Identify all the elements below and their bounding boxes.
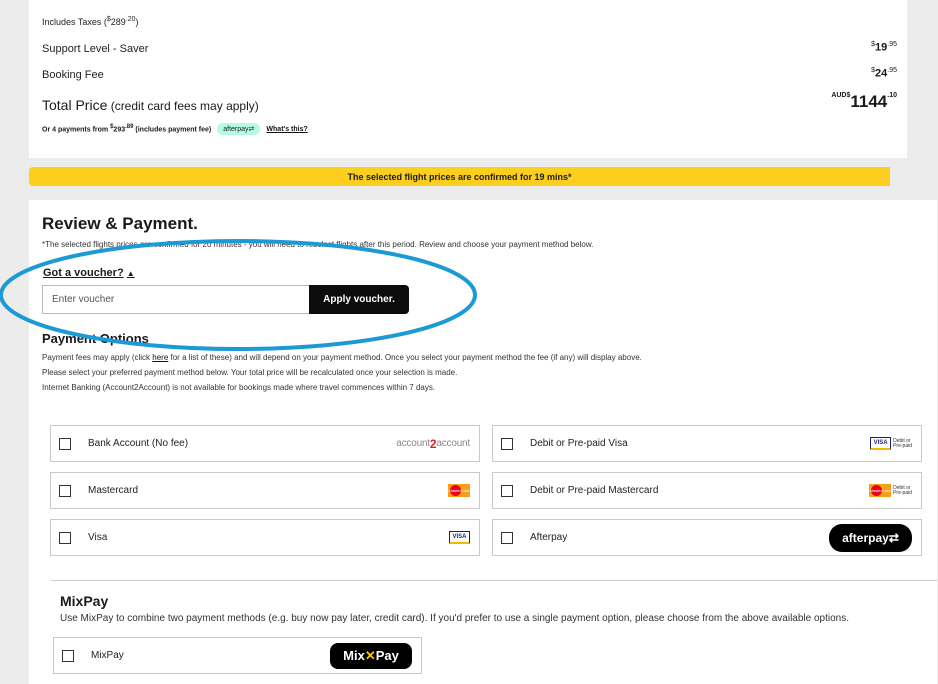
- checkbox[interactable]: [62, 649, 74, 662]
- mastercard-debit-logo: MasterCard Debit or Pre-paid: [869, 484, 912, 497]
- payment-option-mixpay[interactable]: MixPay Mix ✕ Pay: [53, 637, 422, 674]
- total-amount: 1144: [850, 92, 888, 111]
- payment-option-mastercard[interactable]: Mastercard MasterCard: [50, 472, 480, 509]
- checkbox[interactable]: [59, 437, 71, 450]
- installment-prefix: Or 4 payments from: [42, 126, 111, 134]
- total-currency: AUD$: [831, 92, 851, 99]
- fees-here-link[interactable]: here: [152, 353, 168, 362]
- total-label-sub: (credit card fees may apply): [107, 99, 259, 113]
- mixpay-description: Use MixPay to combine two payment method…: [60, 613, 850, 624]
- checkbox[interactable]: [59, 531, 71, 544]
- visa-logo: VISA: [449, 531, 470, 544]
- mastercard-text: MasterCard: [869, 488, 891, 493]
- payment-option-label: Afterpay: [530, 532, 568, 543]
- whats-this-link[interactable]: What's this?: [266, 126, 307, 133]
- mastercard-icon: MasterCard: [869, 484, 892, 497]
- checkbox[interactable]: [501, 437, 513, 450]
- payment-option-label: Bank Account (No fee): [88, 438, 189, 449]
- taxes-close: ): [135, 17, 139, 27]
- review-note: *The selected flights prices are confirm…: [42, 240, 594, 249]
- visa-debit-logo: VISA Debit or Pre-paid: [870, 437, 912, 450]
- debit-line-2: Pre-paid: [893, 442, 912, 449]
- account2account-logo: account 2 account: [396, 437, 470, 451]
- section-divider: [51, 580, 937, 581]
- installment-text: Or 4 payments from $293.89 (includes pay…: [42, 124, 211, 133]
- payment-option-bank-account[interactable]: Bank Account (No fee) account 2 account: [50, 425, 480, 462]
- payment-desc-fees-pre: Payment fees may apply (click: [42, 353, 153, 362]
- afterpay-logo-small: afterpay⇄: [217, 123, 261, 135]
- taxes-line: Includes Taxes ($289.20): [42, 16, 139, 27]
- payment-options-title: Payment Options: [42, 331, 149, 346]
- payment-option-label: Mastercard: [88, 485, 139, 496]
- mastercard-icon: MasterCard: [448, 484, 470, 497]
- payment-option-visa[interactable]: Visa VISA: [50, 519, 480, 556]
- payment-option-debit-mastercard[interactable]: Debit or Pre-paid Mastercard MasterCard …: [492, 472, 922, 509]
- afterpay-logo: afterpay⇄: [829, 523, 912, 552]
- payment-desc-fees-post: for a list of these) and will depend on …: [168, 353, 642, 362]
- installment-suffix: (includes payment fee): [133, 126, 212, 134]
- total-price-label: Total Price (credit card fees may apply): [42, 97, 259, 113]
- caret-up-icon: ▲: [126, 268, 135, 278]
- price-confirmed-banner: The selected flight prices are confirmed…: [29, 167, 890, 186]
- total-cents: .10: [887, 92, 897, 99]
- mastercard-logo: MasterCard: [448, 484, 470, 497]
- total-label-main: Total Price: [42, 97, 108, 113]
- acc-logo-post: account: [436, 438, 470, 449]
- payment-option-label: Debit or Pre-paid Mastercard: [530, 485, 659, 496]
- booking-amount: 24: [875, 67, 888, 80]
- checkbox[interactable]: [59, 484, 71, 497]
- visa-icon: VISA: [449, 531, 470, 544]
- debit-text: Debit or Pre-paid: [893, 485, 912, 496]
- booking-fee-label: Booking Fee: [42, 69, 104, 81]
- support-amount: 19: [875, 41, 888, 54]
- review-title: Review & Payment.: [42, 214, 198, 233]
- payment-option-label: Debit or Pre-paid Visa: [530, 438, 628, 449]
- support-level-label: Support Level - Saver: [42, 43, 149, 55]
- checkbox[interactable]: [501, 531, 513, 544]
- voucher-input[interactable]: [42, 285, 309, 314]
- voucher-toggle[interactable]: Got a voucher? ▲: [43, 267, 135, 279]
- payment-desc-select: Please select your preferred payment met…: [42, 368, 458, 377]
- taxes-label: Includes Taxes (: [42, 17, 107, 27]
- visa-icon: VISA: [870, 437, 892, 450]
- checkbox[interactable]: [501, 484, 513, 497]
- acc-logo-pre: account: [396, 438, 430, 449]
- installment-line: Or 4 payments from $293.89 (includes pay…: [42, 123, 308, 135]
- apply-voucher-button[interactable]: Apply voucher.: [309, 285, 409, 314]
- voucher-toggle-label: Got a voucher?: [43, 267, 124, 279]
- payment-option-label: Visa: [88, 532, 108, 543]
- mixpay-icon: Mix ✕ Pay: [330, 642, 412, 669]
- afterpay-icon: afterpay⇄: [829, 523, 912, 552]
- mixpay-title: MixPay: [60, 593, 109, 609]
- review-payment-card: Review & Payment. *The selected flights …: [29, 200, 937, 684]
- price-summary-card: Includes Taxes ($289.20) Support Level -…: [29, 0, 907, 158]
- booking-cents: .95: [887, 67, 897, 74]
- mixpay-badge-pre: Mix: [343, 648, 365, 663]
- mixpay-badge-post: Pay: [375, 648, 399, 663]
- support-level-price: $19.95: [871, 41, 897, 54]
- mastercard-text: MasterCard: [448, 488, 470, 493]
- support-cents: .95: [887, 41, 897, 48]
- total-price-amount: AUD$1144.10: [831, 92, 897, 112]
- debit-text: Debit or Pre-paid: [893, 438, 912, 449]
- payment-option-debit-visa[interactable]: Debit or Pre-paid Visa VISA Debit or Pre-…: [492, 425, 922, 462]
- payment-option-label: MixPay: [91, 650, 124, 661]
- taxes-cents: .20: [125, 16, 136, 23]
- taxes-amount: 289: [110, 17, 126, 27]
- mixpay-badge-x: ✕: [364, 647, 376, 663]
- payment-option-afterpay[interactable]: Afterpay afterpay⇄: [492, 519, 922, 556]
- booking-fee-price: $24.95: [871, 67, 897, 80]
- payment-desc-fees: Payment fees may apply (click here for a…: [42, 353, 642, 362]
- payment-desc-a2a: Internet Banking (Account2Account) is no…: [42, 383, 436, 392]
- installment-amount: 293: [113, 126, 126, 134]
- debit-line-2: Pre-paid: [893, 489, 912, 496]
- mixpay-logo: Mix ✕ Pay: [330, 642, 412, 669]
